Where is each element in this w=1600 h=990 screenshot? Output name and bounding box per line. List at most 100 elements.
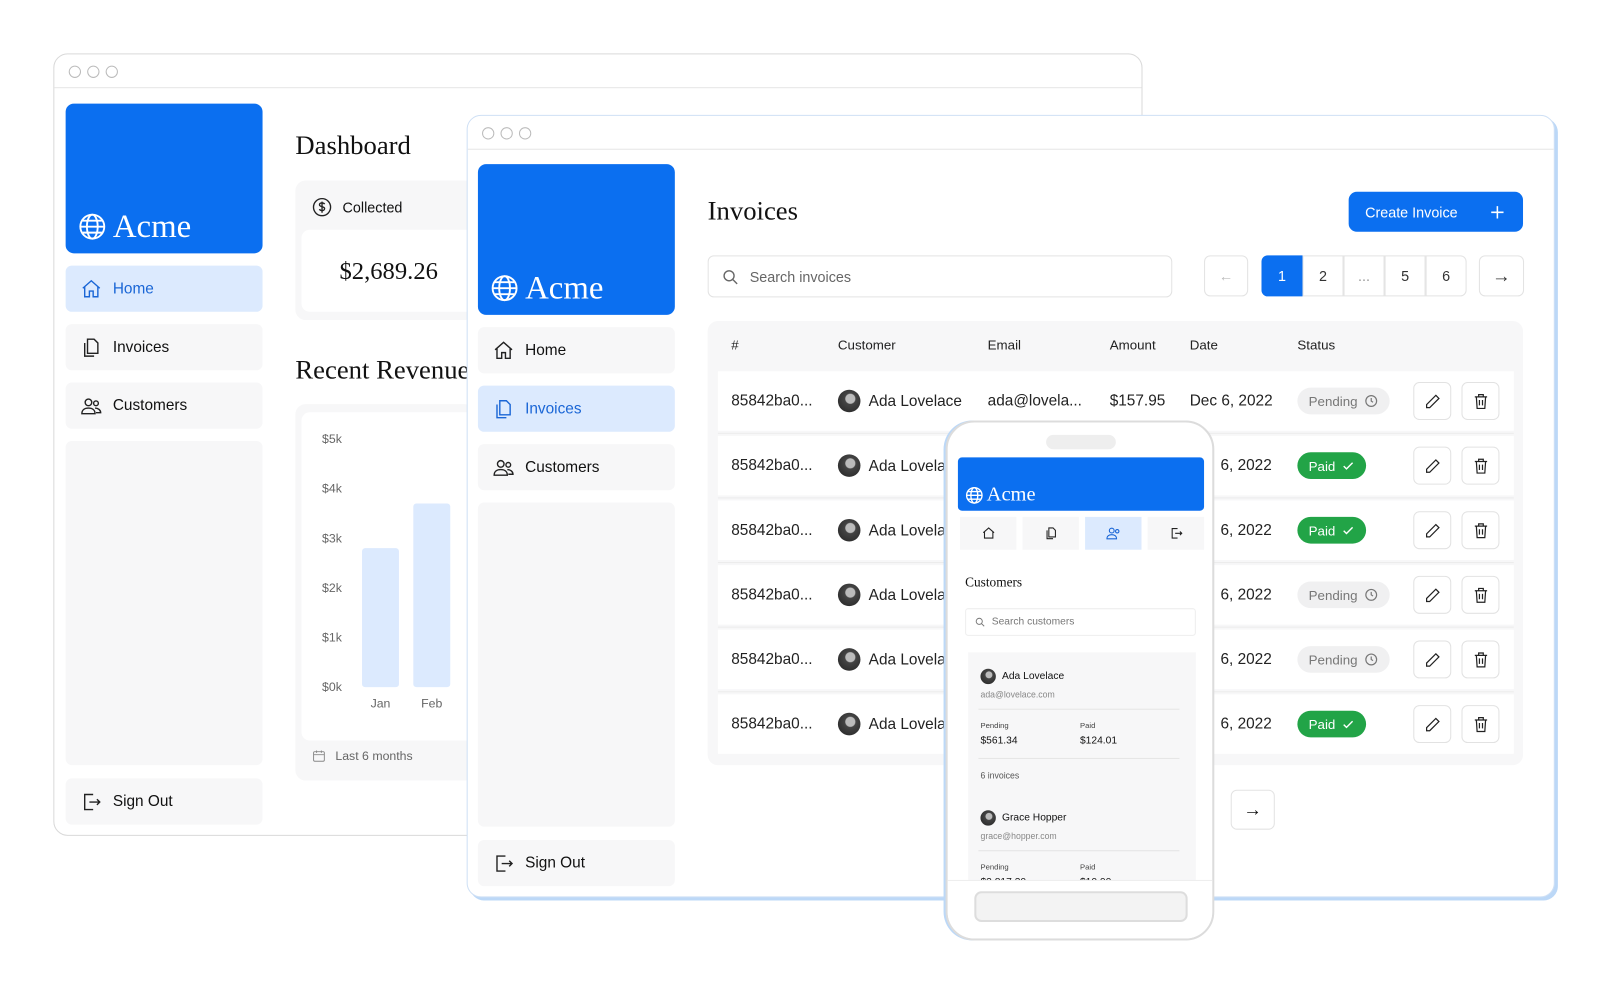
collected-label: Collected <box>342 198 403 216</box>
customer-cell: Ada Lovela <box>837 648 946 671</box>
check-icon <box>1343 720 1354 728</box>
y-tick-label: $3k <box>322 531 343 545</box>
delete-button[interactable] <box>1461 511 1500 550</box>
email: ada@lovela... <box>987 392 1082 410</box>
edit-button[interactable] <box>1413 575 1452 614</box>
clock-icon <box>1364 395 1377 407</box>
sidebar-item-home[interactable]: Home <box>65 265 263 312</box>
dollar-icon <box>312 197 332 217</box>
check-icon <box>1343 526 1354 534</box>
delete-button[interactable] <box>1461 575 1500 614</box>
users-icon <box>493 459 514 476</box>
x-tick-label: Jan <box>371 697 391 711</box>
trash-icon <box>1474 458 1487 474</box>
window-close-dot[interactable] <box>68 65 82 78</box>
window-min-dot[interactable] <box>87 65 100 78</box>
customer-name: Ada Lovelace <box>868 392 962 410</box>
customer-search-input[interactable]: Search customers <box>965 608 1196 636</box>
page-1[interactable]: 1 <box>1261 255 1303 297</box>
paid-label: Paid <box>1079 720 1096 731</box>
invoice-id: 85842ba0... <box>731 521 813 539</box>
status-label: Paid <box>1308 457 1336 474</box>
sidebar-item-invoices[interactable]: Invoices <box>65 324 263 371</box>
avatar <box>980 810 996 826</box>
next-page-button-bottom[interactable]: → <box>1230 789 1275 830</box>
mobile-nav-sign-out[interactable] <box>1147 516 1205 550</box>
y-tick-label: $4k <box>322 482 343 496</box>
edit-button[interactable] <box>1413 705 1452 744</box>
mobile-nav-invoices[interactable] <box>1022 516 1079 550</box>
page-title: Invoices <box>707 195 799 226</box>
home-icon <box>82 279 101 297</box>
delete-button[interactable] <box>1461 382 1500 420</box>
invoice-id: 85842ba0... <box>731 456 813 475</box>
pencil-icon <box>1425 523 1440 538</box>
bar-jan <box>362 548 399 688</box>
customer-name: Ada Lovelace <box>1002 670 1065 683</box>
logo: Acme <box>65 103 263 254</box>
sign-out-icon <box>496 854 514 872</box>
clock-icon <box>1364 653 1377 666</box>
invoice-count: 6 invoices <box>980 770 1020 781</box>
search-input[interactable]: Search invoices <box>707 255 1173 298</box>
sidebar-spacer <box>65 441 263 766</box>
pencil-icon <box>1425 652 1440 667</box>
home-icon <box>982 527 994 539</box>
date: 6, 2022 <box>1220 650 1272 669</box>
window-max-dot[interactable] <box>105 65 118 78</box>
nav-label: Customers <box>112 396 188 415</box>
window-close-dot[interactable] <box>482 127 495 140</box>
mobile-nav-customers[interactable] <box>1085 516 1142 550</box>
nav-label: Home <box>525 341 567 359</box>
page-2[interactable]: 2 <box>1302 255 1344 297</box>
page-5[interactable]: 5 <box>1384 255 1426 297</box>
paid-amount: $124.01 <box>1079 735 1118 747</box>
invoice-id: 85842ba0... <box>731 392 813 410</box>
pending-label: Pending <box>980 720 1009 731</box>
mobile-nav-home[interactable] <box>959 516 1017 550</box>
edit-button[interactable] <box>1413 640 1452 679</box>
sign-out-button[interactable]: Sign Out <box>65 778 263 825</box>
date: 6, 2022 <box>1220 521 1272 539</box>
status-badge: Pending <box>1297 646 1390 673</box>
globe-icon <box>79 213 106 240</box>
revenue-title: Recent Revenue <box>295 354 470 385</box>
edit-button[interactable] <box>1413 446 1452 485</box>
phone-url-bar[interactable] <box>974 891 1188 923</box>
sidebar-spacer <box>477 502 675 827</box>
y-tick-label: $1k <box>322 631 343 645</box>
create-invoice-label: Create Invoice <box>1365 203 1458 220</box>
status-label: Pending <box>1308 393 1358 409</box>
sign-out-button[interactable]: Sign Out <box>477 839 675 887</box>
prev-page-button[interactable]: ← <box>1204 255 1249 297</box>
sidebar-item-invoices[interactable]: Invoices <box>477 385 675 432</box>
title-bar <box>467 116 1554 150</box>
page-6[interactable]: 6 <box>1425 255 1467 297</box>
avatar <box>837 389 861 413</box>
delete-button[interactable] <box>1461 640 1500 679</box>
edit-button[interactable] <box>1413 382 1452 420</box>
create-invoice-button[interactable]: Create Invoice <box>1348 191 1524 232</box>
status-badge: Pending <box>1297 387 1390 415</box>
sidebar-item-customers[interactable]: Customers <box>477 444 675 491</box>
trash-icon <box>1474 716 1487 732</box>
trash-icon <box>1474 651 1487 667</box>
brand-name: Acme <box>112 207 192 245</box>
edit-button[interactable] <box>1413 511 1452 550</box>
y-tick-label: $0k <box>322 680 343 694</box>
trash-icon <box>1474 522 1487 538</box>
search-icon <box>975 617 985 627</box>
window-min-dot[interactable] <box>500 127 513 140</box>
invoice-id: 85842ba0... <box>731 650 813 669</box>
mobile-device: Acme Customers Search customers Ada Love… <box>945 420 1215 941</box>
window-max-dot[interactable] <box>518 127 532 140</box>
sidebar-item-home[interactable]: Home <box>477 327 675 374</box>
delete-button[interactable] <box>1461 446 1500 485</box>
nav-label: Sign Out <box>525 854 585 872</box>
chart-footer: Last 6 months <box>335 748 413 764</box>
sidebar-item-customers[interactable]: Customers <box>65 382 263 429</box>
next-page-button[interactable]: → <box>1478 255 1525 297</box>
plus-icon <box>1491 205 1504 218</box>
delete-button[interactable] <box>1461 705 1500 744</box>
nav-label: Invoices <box>112 338 170 356</box>
